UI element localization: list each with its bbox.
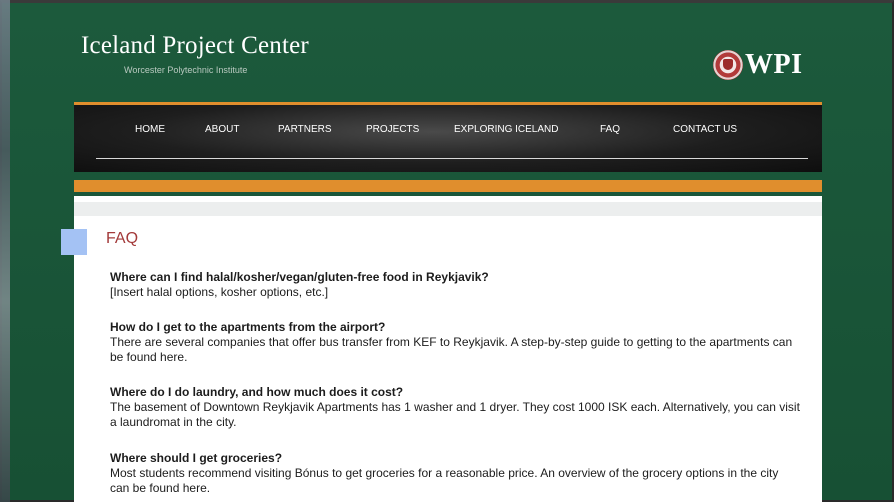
nav-contact-us[interactable]: CONTACT US <box>673 124 737 135</box>
window-edge <box>0 0 10 502</box>
wpi-logo-text: WPI <box>745 49 803 80</box>
nav-divider <box>96 158 808 159</box>
faq-answer: The basement of Downtown Reykjavik Apart… <box>110 400 800 429</box>
orange-accent-bar <box>74 180 822 192</box>
faq-answer[interactable]: Most students recommend visiting Bónus t… <box>110 466 800 496</box>
faq-question: Where can I find halal/kosher/vegan/glut… <box>110 270 489 284</box>
section-marker <box>61 229 87 255</box>
site-subtitle: Worcester Polytechnic Institute <box>124 65 248 75</box>
faq-question: Where should I get groceries? <box>110 451 283 465</box>
faq-question: Where do I do laundry, and how much does… <box>110 385 404 399</box>
nav-about[interactable]: ABOUT <box>205 124 239 135</box>
content-top-strip <box>74 202 822 216</box>
faq-item: How do I get to the apartments from the … <box>110 320 800 365</box>
site-title[interactable]: Iceland Project Center <box>81 32 309 60</box>
faq-item: Where can I find halal/kosher/vegan/glut… <box>110 270 800 300</box>
faq-item: Where should I get groceries? Most stude… <box>110 451 800 496</box>
faq-heading: FAQ <box>106 230 139 247</box>
faq-item: Where do I do laundry, and how much does… <box>110 385 800 430</box>
nav-home[interactable]: HOME <box>135 124 165 135</box>
wpi-logo[interactable]: WPI <box>713 50 803 80</box>
university-seal-icon <box>713 50 743 80</box>
nav-faq[interactable]: FAQ <box>600 124 620 135</box>
faq-question: How do I get to the apartments from the … <box>110 320 386 334</box>
faq-answer[interactable]: There are several companies that offer b… <box>110 335 800 365</box>
nav-projects[interactable]: PROJECTS <box>366 124 419 135</box>
nav-exploring-iceland[interactable]: EXPLORING ICELAND <box>454 124 558 135</box>
nav-partners[interactable]: PARTNERS <box>278 124 332 135</box>
main-nav: HOME ABOUT PARTNERS PROJECTS EXPLORING I… <box>74 102 822 172</box>
faq-answer: [Insert halal options, kosher options, e… <box>110 285 329 299</box>
